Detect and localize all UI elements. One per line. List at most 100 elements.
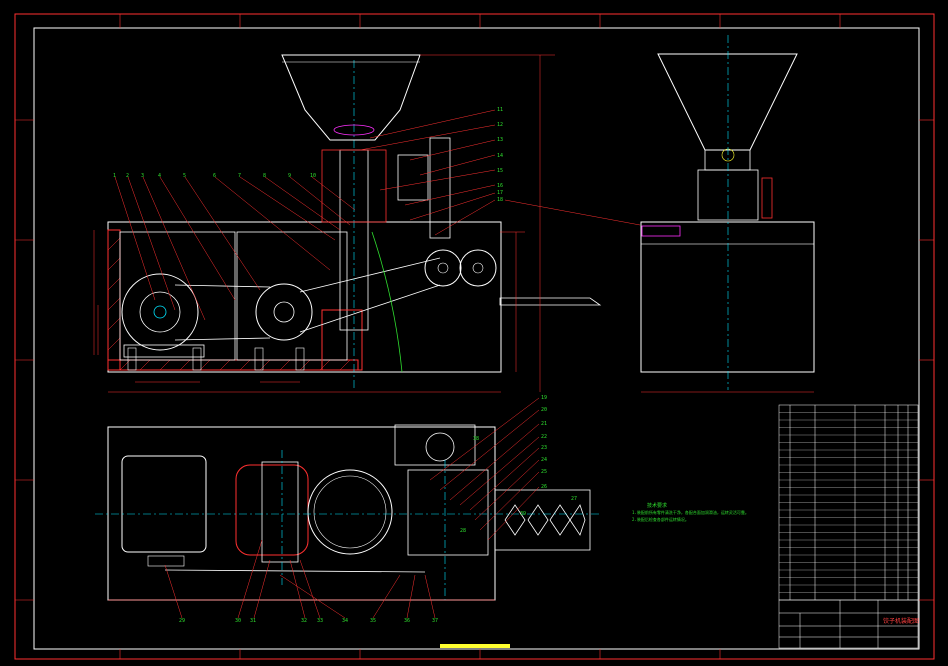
balloon-right-11: 11 (497, 107, 503, 113)
center-mark-bottom (440, 644, 510, 648)
balloon-bottom-31: 31 (250, 618, 256, 624)
balloon-right-15: 15 (497, 168, 503, 174)
notes-line-2: 2.装配后检查各部件运转情况。 (632, 516, 689, 522)
drawing-title: 饺子机装配图 (883, 617, 919, 625)
balloon-plan-19: 19 (541, 395, 547, 401)
balloon-plan-22: 22 (541, 434, 547, 440)
balloon-bottom-29: 29 (179, 618, 185, 624)
balloon-plan-24: 24 (541, 457, 547, 463)
plan-outline (107, 426, 496, 601)
roller-2 (459, 249, 497, 287)
balloon-right-14: 14 (497, 153, 503, 159)
foot-4 (295, 347, 305, 371)
balloon-bottom-34: 34 (342, 618, 348, 624)
front-view (93, 54, 602, 393)
balloon-plan-26: 26 (541, 484, 547, 490)
guard-arc (371, 231, 403, 373)
frame-ticks (15, 14, 934, 659)
roller-1 (424, 249, 462, 287)
foot-1 (127, 347, 137, 371)
balloon-bottom-32: 32 (301, 618, 307, 624)
plan-shaft (164, 569, 426, 573)
balloon-bottom-35: 35 (370, 618, 376, 624)
hopper (281, 54, 421, 141)
roller-1-hub (437, 262, 449, 274)
balloon-right-16: 16 (497, 183, 503, 189)
part-balloons: 1 2 3 4 5 6 7 8 9 1011121314151617181920212223242… (113, 107, 577, 624)
balloon-right-18: 18 (497, 197, 503, 203)
balloon-plan-23: 23 (541, 445, 547, 451)
side-column-red (761, 177, 773, 219)
outer-frame (14, 13, 935, 660)
notes-heading: 技术要求 (647, 502, 667, 509)
motor-shaft (153, 305, 167, 319)
balloon-top-2: 2 (126, 173, 129, 179)
center-pillar-section (321, 309, 363, 371)
balloon-bottom-38: 38 (473, 436, 479, 442)
belt-lower (174, 337, 271, 341)
balloon-plan-20: 20 (541, 407, 547, 413)
balloon-top-8: 8 (263, 173, 266, 179)
roller-2-hub (472, 262, 484, 274)
notes-line-1: 1.装配前所有零件清洗干净，各配合面加润滑油，运转灵活可靠。 (632, 509, 749, 515)
side-top-plate (640, 221, 815, 245)
balloon-plan-28: 28 (460, 528, 466, 534)
parts-list-rows (779, 412, 918, 593)
technical-notes: 技术要求 1.装配前所有零件清洗干净，各配合面加润滑油，运转灵活可靠。 2.装配… (632, 502, 749, 522)
hatching (107, 237, 351, 371)
plan-dumpling-shape-4 (569, 504, 586, 536)
inner-compartment (119, 231, 236, 361)
side-hopper (657, 53, 798, 151)
leader-18 (504, 199, 641, 226)
balloon-top-4: 4 (158, 173, 161, 179)
side-magenta-part (641, 225, 681, 237)
inner-compartment-2 (236, 231, 348, 361)
chain-upper (299, 257, 441, 293)
balloon-bottom-36: 36 (404, 618, 410, 624)
balloon-top-9: 9 (288, 173, 291, 179)
plan-leaders (164, 397, 540, 619)
plan-dumpling-shapes (504, 504, 526, 536)
foot-3 (254, 347, 264, 371)
side-view (504, 35, 815, 393)
balloon-right-13: 13 (497, 137, 503, 143)
balloon-bottom-33: 33 (317, 618, 323, 624)
plan-top-circle (425, 432, 455, 462)
balloon-bottom-30: 30 (235, 618, 241, 624)
plan-dumpling-shape-3 (549, 504, 571, 536)
balloon-bottom-39: 39 (520, 511, 526, 517)
drive-pulley (255, 283, 313, 341)
gearbox-block (397, 154, 429, 201)
motor-pulley (139, 291, 181, 333)
balloon-plan-27: 27 (571, 496, 577, 502)
foot-2 (192, 347, 202, 371)
plan-gearbox (235, 464, 309, 556)
balloon-plan-21: 21 (541, 421, 547, 427)
balloon-top-3: 3 (141, 173, 144, 179)
base-bottom-section (107, 359, 359, 371)
plan-motor-foot (147, 555, 185, 567)
balloon-top-1: 1 (113, 173, 116, 179)
balloon-right-17: 17 (497, 190, 503, 196)
balloon-plan-25: 25 (541, 469, 547, 475)
side-hopper-neck (704, 149, 751, 171)
plan-dumpling-shape-2 (527, 504, 549, 536)
belt-upper (174, 284, 271, 288)
plan-drum (307, 469, 393, 555)
leaders-right (359, 109, 496, 236)
balloon-top-6: 6 (213, 173, 216, 179)
balloon-top-5: 5 (183, 173, 186, 179)
drive-pulley-hub (273, 301, 295, 323)
chain-lower (299, 284, 441, 333)
outlet-chute (499, 297, 602, 306)
cad-drawing: 技术要求 1.装配前所有零件清洗干净，各配合面加润滑油，运转灵活可靠。 2.装配… (14, 13, 935, 660)
plan-roller-assembly (407, 469, 489, 556)
balloon-top-10: 10 (310, 173, 316, 179)
plan-gear-center (261, 461, 299, 563)
side-body (640, 221, 815, 373)
plan-drum-inner (313, 475, 387, 549)
balloon-right-12: 12 (497, 122, 503, 128)
plan-top-box (394, 424, 476, 466)
balloon-bottom-37: 37 (432, 618, 438, 624)
balloon-top-7: 7 (238, 173, 241, 179)
